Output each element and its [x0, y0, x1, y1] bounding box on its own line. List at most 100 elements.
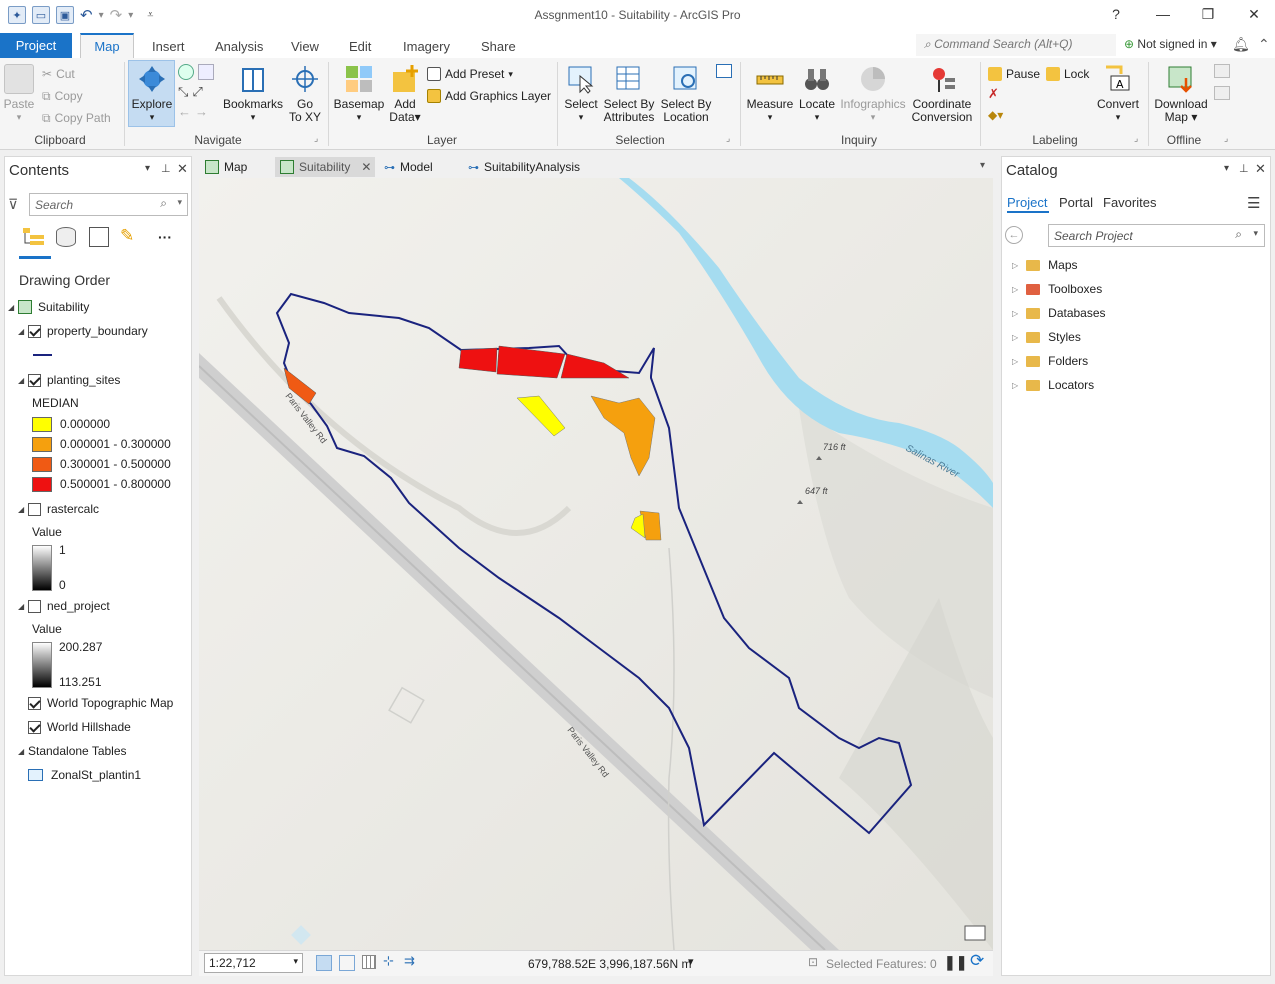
- tab-view[interactable]: View: [281, 36, 329, 58]
- catalog-item-styles[interactable]: ▷ Styles: [1012, 326, 1081, 348]
- coordinate-conversion-button[interactable]: Coordinate Conversion: [910, 64, 974, 124]
- tab-imagery[interactable]: Imagery: [393, 36, 460, 58]
- select-by-attributes-button[interactable]: Select By Attributes: [601, 64, 657, 124]
- infographics-button[interactable]: Infographics ▾: [839, 64, 907, 124]
- bookmarks-button[interactable]: Bookmarks ▾: [222, 64, 284, 124]
- download-map-button[interactable]: Download Map ▾: [1152, 64, 1210, 124]
- previous-extent-icon[interactable]: ←: [178, 104, 191, 119]
- go-to-xy-button[interactable]: Go To XY: [288, 64, 322, 124]
- more-options-icon[interactable]: ···: [158, 229, 172, 245]
- collapse-ribbon-icon[interactable]: ⌃: [1258, 36, 1270, 53]
- maximize-button[interactable]: ❐: [1198, 6, 1218, 24]
- tab-model-view[interactable]: ⊶ Model: [384, 157, 433, 177]
- fixed-zoom-in-icon[interactable]: ⤡: [178, 84, 188, 100]
- tab-insert[interactable]: Insert: [142, 36, 195, 58]
- hamburger-menu-icon[interactable]: ☰: [1247, 194, 1260, 212]
- coordinate-format-dropdown-icon[interactable]: ▾: [688, 955, 694, 968]
- tab-map-view[interactable]: Map: [205, 157, 247, 177]
- dynamic-constraints-icon[interactable]: ⇉: [404, 953, 415, 969]
- notification-bell-icon[interactable]: 🔔︎: [1232, 36, 1250, 53]
- pin-icon[interactable]: ⊥: [1239, 162, 1249, 175]
- add-preset-button[interactable]: Add Preset ▾: [427, 64, 513, 84]
- collapse-icon[interactable]: ◢: [18, 505, 28, 514]
- catalog-menu-icon[interactable]: ▾: [1224, 163, 1229, 174]
- select-by-location-button[interactable]: Select By Location: [659, 64, 713, 124]
- table-zonalst[interactable]: ZonalSt_plantin1: [28, 764, 141, 786]
- paste-button[interactable]: Paste ▾: [4, 64, 34, 124]
- tab-share[interactable]: Share: [471, 36, 526, 58]
- collapse-icon[interactable]: ◢: [18, 747, 28, 756]
- sync-icon[interactable]: [1214, 64, 1230, 78]
- catalog-item-toolboxes[interactable]: ▷ Toolboxes: [1012, 278, 1102, 300]
- unplaced-labels-icon[interactable]: ✗: [988, 86, 999, 102]
- label-priority-icon[interactable]: ◆▾: [988, 108, 1003, 122]
- map-overview-icon[interactable]: [964, 925, 986, 941]
- tab-suitability-analysis-view[interactable]: ⊶ SuitabilityAnalysis: [468, 157, 580, 177]
- expand-icon[interactable]: ▷: [1012, 357, 1018, 366]
- list-by-drawing-order-icon[interactable]: [22, 227, 46, 247]
- zoom-selected-icon[interactable]: [198, 64, 214, 80]
- full-extent-icon[interactable]: [178, 64, 194, 80]
- next-extent-icon[interactable]: →: [195, 104, 208, 119]
- catalog-tab-portal[interactable]: Portal: [1059, 195, 1093, 210]
- scale-selector[interactable]: 1:22,712 ▾: [204, 953, 303, 973]
- snapping-icon[interactable]: [339, 955, 355, 971]
- catalog-item-folders[interactable]: ▷ Folders: [1012, 350, 1088, 372]
- layer-property-boundary[interactable]: ◢ property_boundary: [18, 320, 148, 342]
- collapse-icon[interactable]: ◢: [18, 327, 28, 336]
- select-button[interactable]: Select ▾: [563, 64, 599, 124]
- remove-offline-icon[interactable]: [1214, 86, 1230, 100]
- lock-labeling-button[interactable]: Lock: [1046, 64, 1089, 84]
- explore-button[interactable]: Explore ▾: [130, 64, 174, 124]
- expand-icon[interactable]: ▷: [1012, 333, 1018, 342]
- selected-features-count[interactable]: Selected Features: 0: [826, 957, 937, 971]
- locate-button[interactable]: Locate ▾: [797, 64, 837, 124]
- copy-button[interactable]: ⧉ Copy: [42, 86, 83, 106]
- hillshade-checkbox[interactable]: [28, 720, 41, 734]
- command-search-input[interactable]: ⌕ Command Search (Alt+Q): [916, 34, 1116, 56]
- contents-close-icon[interactable]: ✕: [177, 161, 188, 177]
- list-by-editing-icon[interactable]: ✎: [120, 226, 134, 246]
- property-boundary-checkbox[interactable]: [28, 324, 41, 338]
- layer-planting-sites[interactable]: ◢ planting_sites: [18, 369, 120, 391]
- tab-project[interactable]: Project: [0, 33, 72, 58]
- tab-analysis[interactable]: Analysis: [205, 36, 273, 58]
- pause-labeling-button[interactable]: Pause: [988, 64, 1040, 84]
- constraints-icon[interactable]: [316, 955, 332, 971]
- catalog-item-databases[interactable]: ▷ Databases: [1012, 302, 1106, 324]
- close-button[interactable]: ✕: [1244, 6, 1264, 24]
- catalog-close-icon[interactable]: ✕: [1255, 161, 1266, 177]
- contents-menu-icon[interactable]: ▾: [145, 163, 150, 174]
- minimize-button[interactable]: —: [1153, 6, 1173, 24]
- layer-world-topographic[interactable]: World Topographic Map: [28, 692, 173, 714]
- rastercalc-checkbox[interactable]: [28, 502, 41, 516]
- offline-launcher-icon[interactable]: ⌟: [1224, 133, 1228, 144]
- catalog-search-input[interactable]: Search Project ⌕ ▾: [1048, 224, 1265, 247]
- view-tabs-dropdown-icon[interactable]: ▾: [980, 160, 985, 171]
- convert-button[interactable]: A Convert ▾: [1094, 64, 1142, 124]
- copy-path-button[interactable]: ⧉ Copy Path: [42, 108, 111, 128]
- selection-launcher-icon[interactable]: ⌟: [726, 133, 730, 144]
- layer-ned-project[interactable]: ◢ ned_project: [18, 595, 110, 617]
- layer-world-hillshade[interactable]: World Hillshade: [28, 716, 131, 738]
- filter-icon[interactable]: ⊽: [8, 196, 18, 213]
- help-button[interactable]: ?: [1106, 6, 1126, 24]
- pin-icon[interactable]: ⊥: [161, 162, 171, 175]
- contents-search-input[interactable]: Search ⌕ ▾: [29, 193, 188, 216]
- grid-toggle-icon[interactable]: [362, 955, 376, 969]
- expand-icon[interactable]: ▷: [1012, 285, 1018, 294]
- expand-icon[interactable]: ▷: [1012, 381, 1018, 390]
- collapse-icon[interactable]: ◢: [8, 303, 18, 312]
- tab-close-icon[interactable]: ✕: [361, 160, 371, 174]
- map-node-suitability[interactable]: ◢ Suitability: [8, 296, 89, 318]
- standalone-tables-node[interactable]: ◢ Standalone Tables: [18, 740, 127, 762]
- catalog-tab-favorites[interactable]: Favorites: [1103, 195, 1156, 210]
- expand-icon[interactable]: ▷: [1012, 261, 1018, 270]
- catalog-item-maps[interactable]: ▷ Maps: [1012, 254, 1078, 276]
- tab-edit[interactable]: Edit: [339, 36, 381, 58]
- ned-project-checkbox[interactable]: [28, 599, 41, 613]
- add-graphics-layer-button[interactable]: Add Graphics Layer: [427, 86, 551, 106]
- catalog-item-locators[interactable]: ▷ Locators: [1012, 374, 1094, 396]
- basemap-button[interactable]: Basemap ▾: [334, 64, 384, 124]
- sign-in-status[interactable]: ⊕ Not signed in ▾: [1124, 37, 1217, 51]
